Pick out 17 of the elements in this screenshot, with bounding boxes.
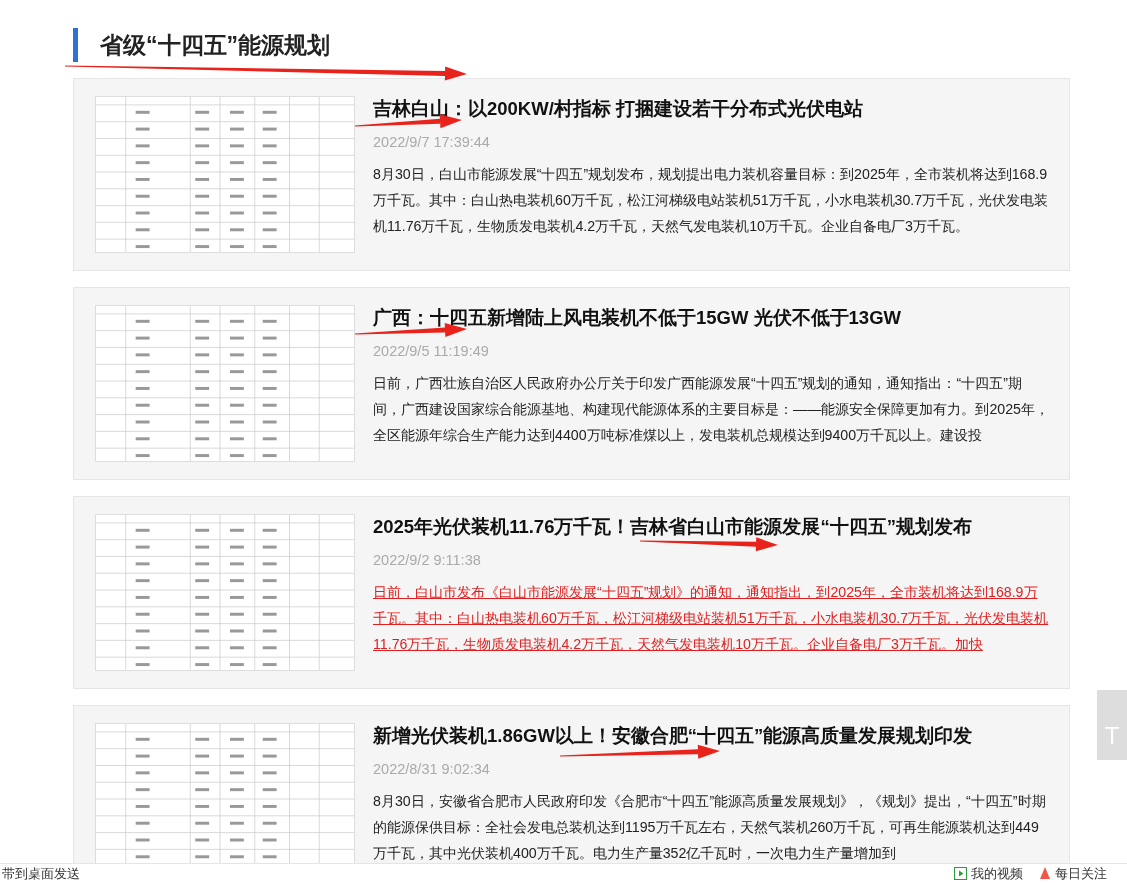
article-summary: 8月30日，白山市能源发展“十四五”规划发布，规划提出电力装机容量目标：到2025年，全市装机将达到168.9万千瓦。其中：白山热电装机60万千瓦，松江河梯级电站装机51万千瓦，小水电装机30.7万千瓦，光伏发电装机11.76万千瓦，生物质发电装机4.2万千瓦，天然气发电装机10万千瓦。企业自备电厂3万千瓦。 — [373, 165, 1049, 236]
article-title[interactable]: 广西：十四五新增陆上风电装机不低于15GW 光伏不低于13GW — [373, 305, 1049, 331]
flame-icon — [1039, 867, 1051, 880]
article-date: 2022/8/31 9:02:34 — [373, 760, 491, 779]
play-icon — [954, 867, 967, 880]
article-date: 2022/9/2 9:11:38 — [373, 551, 482, 570]
bottom-link[interactable]: 我的视频 — [954, 863, 1023, 883]
article-summary: 日前，广西壮族自治区人民政府办公厅关于印发广西能源发展“十四五”规划的通知，通知指出：“十四五”期间，广西建设国家综合能源基地、构建现代能源体系的主要目标是：——能源安全保障更加有力。到2025年，全区能源年综合生产能力达到4400万吨标准煤以上，发电装机总规模达到9400万千瓦以上。建设投 — [373, 374, 1049, 445]
bottom-bar-text: 带到桌面发送 — [2, 864, 80, 883]
article-date: 2022/9/7 17:39:44 — [373, 133, 491, 152]
bottom-link[interactable]: 每日关注 — [1039, 863, 1107, 883]
article-summary: 8月30日，安徽省合肥市人民政府印发《合肥市“十四五”能源高质量发展规划》，《规划》提出，“十四五”时期的能源保供目标：全社会发电总装机达到1195万千瓦左右，天然气装机260万千瓦，可再生能源装机达到449万千瓦，其中光伏装机400万千瓦。电力生产量352亿千瓦时，一次电力生产量增加到 — [373, 792, 1047, 863]
article-summary[interactable]: 日前，白山市发布《白山市能源发展“十四五”规划》的通知，通知指出，到2025年，全市装机将达到168.9万千瓦。其中：白山热电装机60万千瓦，松江河梯级电站装机51万千瓦，小水电装机30.7万千瓦，光伏发电装机11.76万千瓦，生物质发电装机4.2万千瓦，天然气发电装机10万千瓦。企业自备电厂3万千瓦。加快 — [373, 579, 1049, 657]
article-date: 2022/9/5 11:19:49 — [373, 342, 490, 361]
article-title[interactable]: 2025年光伏装机11.76万千瓦！吉林省白山市能源发展“十四五”规划发布 — [373, 514, 1049, 540]
article-title[interactable]: 新增光伏装机1.86GW以上！安徽合肥“十四五”能源高质量发展规划印发 — [373, 723, 1049, 749]
article-title[interactable]: 吉林白山：以200KW/村指标 打捆建设若干分布式光伏电站 — [373, 96, 1049, 122]
